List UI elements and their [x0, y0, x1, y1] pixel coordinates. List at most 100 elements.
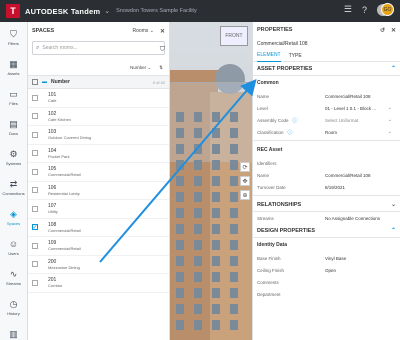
help-icon[interactable]: ? — [362, 5, 367, 15]
room-checkbox[interactable] — [32, 261, 38, 268]
property-value[interactable]: Room — [325, 130, 337, 135]
room-name: Cafe Kitchen — [48, 116, 71, 122]
spaces-panel: SPACES Rooms ⌄ ✕ ⌕ Search rooms... ⛉ Num… — [28, 22, 170, 340]
spaces-icon: ◈ — [10, 208, 17, 219]
sort-order-icon[interactable]: ⇅ — [159, 65, 163, 71]
property-key: Classification — [257, 129, 284, 135]
list-item[interactable]: 201 Corridor — [28, 274, 169, 293]
relationships-section[interactable]: RELATIONSHIPS ⌄ — [253, 198, 400, 212]
nav-item-systems[interactable]: ⚙ Systems — [0, 142, 27, 172]
tandem-logo-icon[interactable]: T — [6, 4, 20, 18]
chevron-down-icon[interactable]: ⌄ — [388, 129, 392, 135]
list-item[interactable]: 102 Cafe Kitchen — [28, 108, 169, 126]
property-row[interactable]: Assembly Code ⓘ Select Uniformat ⌄ — [253, 114, 400, 126]
building-window — [194, 144, 202, 154]
nav-item-label: Files — [9, 100, 18, 106]
room-checkbox[interactable] — [32, 131, 38, 138]
nav-item-streams[interactable]: ∿ Streams — [0, 262, 27, 292]
room-checkbox[interactable] — [32, 113, 38, 120]
nav-item-spaces[interactable]: ◈ Spaces — [0, 202, 27, 232]
list-item[interactable]: 109 Commercial/Retail — [28, 237, 169, 256]
building-window — [194, 288, 202, 298]
property-value: Vinyl Base — [325, 255, 347, 261]
model-viewer[interactable]: FRONT ⟳ ✥ ⊕ — [170, 22, 252, 340]
info-icon[interactable]: ⓘ — [293, 117, 298, 124]
room-checkbox[interactable] — [32, 150, 38, 157]
building-window — [176, 240, 184, 250]
viewcube[interactable]: FRONT — [220, 26, 248, 46]
collapse-icon[interactable]: ▬ — [42, 79, 47, 85]
nav-item-connections[interactable]: ⇄ Connections — [0, 172, 27, 202]
building-window — [230, 208, 238, 218]
chevron-down-icon: ⌄ — [390, 202, 396, 208]
building-window — [176, 224, 184, 234]
building-window — [212, 320, 220, 330]
tab-element[interactable]: ELEMENT — [257, 50, 281, 62]
building-window — [194, 224, 202, 234]
room-checkbox[interactable] — [32, 187, 38, 194]
list-item[interactable]: 101 Café — [28, 89, 169, 108]
spaces-mode-dropdown[interactable]: Rooms ⌄ — [133, 28, 154, 34]
list-item[interactable]: 103 Outdoor Covered Dining — [28, 126, 169, 145]
room-checkbox[interactable] — [32, 168, 38, 175]
facility-name[interactable]: Snowdon Towers Sample Facility — [116, 8, 197, 14]
user-avatar[interactable]: GO — [381, 3, 394, 16]
room-checkbox[interactable] — [32, 205, 38, 212]
room-name: Commercial/Retail — [48, 227, 81, 233]
nav-item-users[interactable]: ☺ Users — [0, 232, 27, 262]
room-checkbox[interactable] — [32, 94, 38, 101]
sort-dropdown[interactable]: Number ⌄ — [130, 65, 151, 71]
nav-item-history[interactable]: ◷ History — [0, 292, 27, 322]
menu-icon[interactable]: ☰ — [344, 4, 352, 15]
info-icon[interactable]: ⓘ — [288, 129, 293, 136]
pan-tool-icon[interactable]: ✥ — [240, 176, 250, 186]
property-row[interactable]: Classification ⓘ Room ⌄ — [253, 126, 400, 138]
properties-title: PROPERTIES — [257, 27, 293, 33]
building-window — [212, 176, 220, 186]
asset-properties-section[interactable]: ASSET PROPERTIES ⌃ — [253, 62, 400, 76]
close-properties-icon[interactable]: ✕ — [391, 27, 396, 34]
list-item[interactable]: 106 Residential Lobby — [28, 182, 169, 200]
property-key: Assembly Code — [257, 117, 289, 123]
zoom-tool-icon[interactable]: ⊕ — [240, 190, 250, 200]
list-item[interactable]: 104 Pocket Park — [28, 145, 169, 163]
room-checkbox[interactable]: ✓ — [32, 224, 38, 231]
property-key: Ceiling Finish — [257, 267, 285, 273]
nav-item-files[interactable]: ▭ Files — [0, 82, 27, 112]
nav-item-label: Filters — [8, 40, 19, 46]
property-value[interactable]: 01 - Level 1 0.1 - Block ... — [325, 106, 376, 111]
list-item[interactable]: 105 Commercial/Retail — [28, 163, 169, 182]
history-icon[interactable]: ↺ — [380, 27, 385, 34]
property-value[interactable]: Select Uniformat — [325, 118, 358, 123]
room-name: Outdoor Covered Dining — [48, 135, 92, 141]
list-item[interactable]: 200 Mezzanine Dining — [28, 256, 169, 274]
select-all-checkbox[interactable] — [32, 79, 38, 85]
room-name: Pocket Park — [48, 153, 70, 159]
list-item[interactable]: 107 Utility — [28, 200, 169, 219]
building-window — [212, 288, 220, 298]
chevron-down-icon[interactable]: ⌄ — [388, 105, 392, 111]
close-icon[interactable]: ✕ — [160, 28, 165, 35]
design-properties-section[interactable]: DESIGN PROPERTIES ⌃ — [253, 224, 400, 238]
building-window — [194, 112, 202, 122]
nav-item-docs[interactable]: ▤ Docs — [0, 112, 27, 142]
room-checkbox[interactable] — [32, 242, 38, 249]
property-row[interactable]: Level 01 - Level 1 0.1 - Block ... ⌄ — [253, 102, 400, 114]
nav-item-filters[interactable]: ⛉ Filters — [0, 22, 27, 52]
building-window — [176, 256, 184, 266]
orbit-tool-icon[interactable]: ⟳ — [240, 162, 250, 172]
chevron-down-icon[interactable]: ⌄ — [104, 7, 110, 15]
property-row: Identifiers — [253, 157, 400, 169]
chevron-down-icon[interactable]: ⌄ — [388, 117, 392, 123]
tab-type[interactable]: TYPE — [289, 50, 302, 62]
building-window — [194, 240, 202, 250]
list-item[interactable]: ✓ 108 Commercial/Retail — [28, 219, 169, 237]
building-window — [194, 128, 202, 138]
filter-icon[interactable]: ⛉ — [160, 46, 165, 54]
building-window — [176, 192, 184, 202]
nav-item-assets[interactable]: ▦ Assets — [0, 52, 27, 82]
room-checkbox[interactable] — [32, 279, 38, 286]
document-icon: ▤ — [9, 118, 18, 129]
nav-item-inventory[interactable]: ▥Inventory — [0, 322, 27, 340]
search-input[interactable]: ⌕ Search rooms... — [32, 41, 165, 55]
